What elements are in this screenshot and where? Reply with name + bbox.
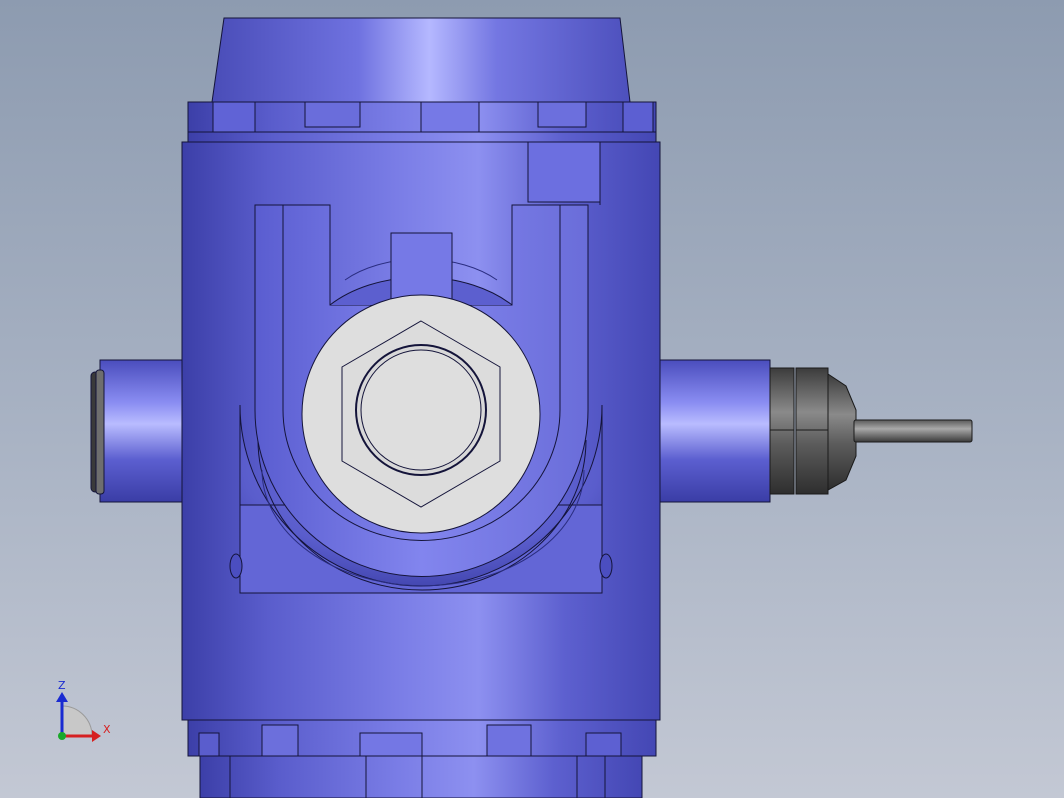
process-fitting[interactable] — [301, 294, 541, 534]
lower-ring[interactable] — [187, 719, 657, 798]
y-axis-icon — [58, 732, 66, 740]
transmitter-model[interactable] — [0, 0, 1064, 798]
z-axis-label: Z — [58, 679, 66, 692]
graphics-viewport[interactable]: Z X — [0, 0, 1064, 798]
cable-gland[interactable] — [769, 367, 857, 495]
triad-plane-icon — [61, 705, 93, 737]
upper-ring[interactable] — [187, 101, 657, 143]
right-conduit-entry[interactable] — [657, 359, 771, 503]
x-axis-label: X — [103, 723, 111, 736]
top-cap[interactable] — [211, 17, 631, 103]
left-conduit-entry[interactable] — [90, 359, 185, 503]
reference-triad — [56, 692, 101, 742]
sensor-probe[interactable] — [853, 419, 973, 443]
